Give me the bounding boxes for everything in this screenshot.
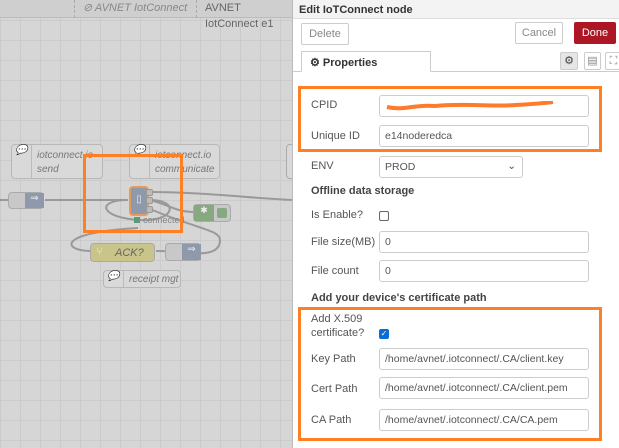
tab-label: Properties: [322, 57, 378, 69]
output-port[interactable]: [146, 197, 153, 204]
file-icon: ▯: [136, 194, 142, 205]
is-enable-label: Is Enable?: [311, 209, 363, 221]
env-select[interactable]: PROD ⌄: [379, 156, 523, 178]
comment-line: send: [37, 164, 59, 175]
file-count-label: File count: [311, 265, 359, 277]
unique-id-label: Unique ID: [311, 130, 360, 142]
comment-line: iotconnect.io: [155, 150, 212, 161]
status-dot: [134, 217, 140, 223]
cancel-button[interactable]: Cancel: [515, 22, 563, 44]
comment-icon: 💬: [130, 145, 150, 178]
output-port[interactable]: [146, 189, 153, 196]
switch-label: ACK?: [115, 247, 144, 259]
comment-text: receipt mgt: [129, 274, 179, 285]
comment-node-send[interactable]: 💬 iotconnect.io send: [11, 144, 103, 179]
bug-icon: ✱: [194, 205, 214, 221]
description-icon[interactable]: ▤: [584, 52, 601, 70]
file-count-input[interactable]: 0: [379, 260, 589, 282]
done-button[interactable]: Done: [574, 22, 616, 44]
x509-label-line: certificate?: [311, 327, 365, 339]
x509-label: Add X.509 certificate?: [311, 312, 364, 340]
x509-checkbox[interactable]: ✓: [379, 329, 389, 339]
debug-node[interactable]: ✱: [193, 204, 231, 222]
gear-icon: ⚙: [310, 57, 323, 69]
tab-properties[interactable]: ⚙ Properties: [301, 51, 431, 72]
env-label: ENV: [311, 160, 334, 172]
unique-id-input[interactable]: e14noderedca: [379, 125, 589, 147]
comment-line: iotconnect.io: [37, 150, 94, 161]
ca-path-input[interactable]: /home/avnet/.iotconnect/.CA/CA.pem: [379, 409, 589, 431]
comment-icon: 💬: [104, 271, 124, 287]
switch-node[interactable]: ⑂ ACK?: [90, 243, 155, 262]
cpid-input[interactable]: [379, 95, 589, 117]
cpid-label: CPID: [311, 99, 338, 111]
arrow-icon: ⇒: [25, 193, 44, 208]
is-enable-checkbox[interactable]: [379, 211, 389, 221]
link-out-node[interactable]: ⇒: [8, 192, 44, 209]
env-value: PROD: [385, 161, 416, 173]
cert-path-input[interactable]: /home/avnet/.iotconnect/.CA/client.pem: [379, 377, 589, 399]
x509-label-line: Add X.509: [311, 313, 363, 325]
file-size-input[interactable]: 0: [379, 231, 589, 253]
comment-node-receipt[interactable]: 💬 receipt mgt: [103, 270, 181, 288]
cert-path-label: Cert Path: [311, 383, 358, 395]
comment-icon: 💬: [12, 145, 32, 178]
arrow-icon: ⇒: [182, 244, 201, 260]
comment-line: communicate: [155, 164, 215, 175]
edit-node-panel: Edit IoTConnect node Delete Cancel Done …: [292, 0, 619, 448]
delete-button[interactable]: Delete: [301, 23, 349, 45]
cert-heading: Add your device's certificate path: [311, 292, 487, 304]
settings-icon[interactable]: ⚙: [560, 52, 578, 70]
output-port[interactable]: [146, 206, 153, 213]
redaction-scribble: [386, 101, 554, 111]
flow-canvas[interactable]: ⊘ AVNET IotConnect AVNET IotConnect e1 💬…: [0, 0, 292, 448]
chevron-down-icon: ⌄: [507, 160, 516, 172]
status-text: connected: [143, 215, 185, 225]
comment-node-communicate[interactable]: 💬 iotconnect.io communicate: [129, 144, 220, 179]
link-out-node-2[interactable]: ⇒: [165, 243, 201, 261]
ca-path-label: CA Path: [311, 414, 352, 426]
switch-icon: ⑂: [96, 246, 103, 258]
debug-toggle[interactable]: [217, 208, 227, 218]
offline-heading: Offline data storage: [311, 185, 415, 197]
panel-title: Edit IoTConnect node: [293, 0, 619, 19]
appearance-icon[interactable]: ⛶: [605, 52, 619, 70]
key-path-label: Key Path: [311, 353, 356, 365]
key-path-input[interactable]: /home/avnet/.iotconnect/.CA/client.key: [379, 348, 589, 370]
file-size-label: File size(MB): [311, 236, 376, 248]
